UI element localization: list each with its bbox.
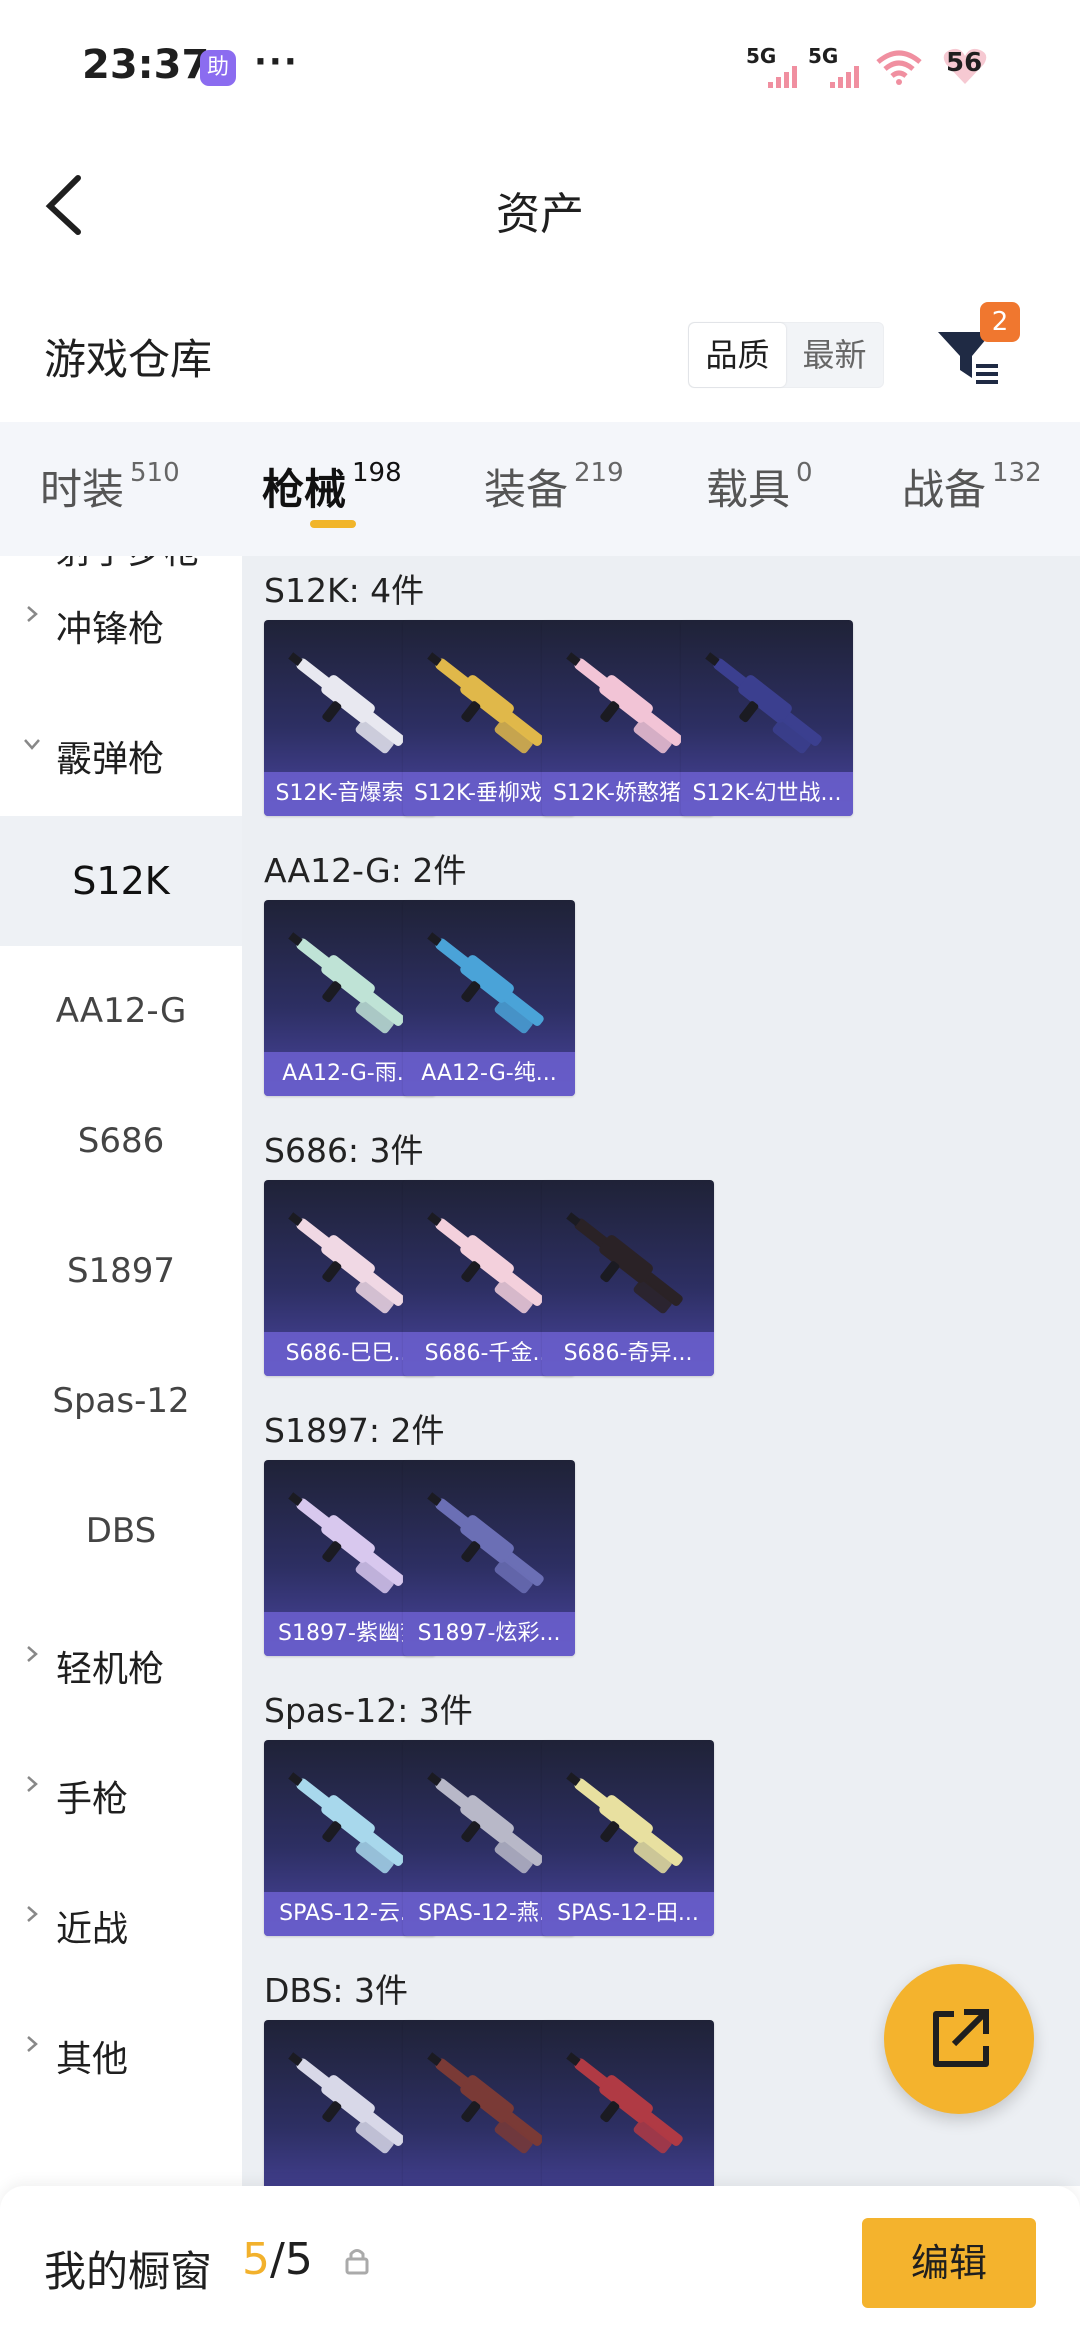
- showcase-title: 我的橱窗: [44, 2247, 213, 2296]
- skin-card-label: S12K-幻世战...: [681, 772, 853, 816]
- skin-card-label: SPAS-12-田...: [542, 1892, 714, 1936]
- page-title: 资产: [496, 189, 584, 240]
- chevron-right-icon: [27, 1776, 38, 1792]
- group-title: S1897: 2件: [264, 1411, 445, 1450]
- chevron-right-icon: [27, 1646, 38, 1662]
- top-header: 资产: [0, 140, 1080, 270]
- sidebar-item-label: 霰弹枪: [56, 739, 165, 780]
- skin-card[interactable]: [542, 2020, 714, 2186]
- shotgun-skin-icon: [566, 2052, 683, 2154]
- sidebar-item-label: 近战: [56, 1909, 129, 1950]
- group-title: AA12-G: 2件: [264, 851, 467, 890]
- skin-card[interactable]: AA12-G-纯...: [403, 900, 575, 1096]
- lock-icon: [345, 2249, 369, 2275]
- sidebar-item-shotgun[interactable]: 霰弹枪: [0, 686, 242, 816]
- group-title: DBS: 3件: [264, 1971, 409, 2010]
- status-time: 23:37: [82, 42, 210, 88]
- showcase-bar: 我的橱窗 5/5 编辑: [0, 2186, 1080, 2339]
- share-button[interactable]: [884, 1964, 1034, 2114]
- shotgun-skin-icon: [705, 652, 822, 754]
- showcase-count: 5/5: [242, 2234, 313, 2285]
- shotgun-skin-icon: [566, 1772, 683, 1874]
- sidebar-item-smg[interactable]: 冲锋枪: [0, 556, 242, 686]
- sidebar-item-pistol[interactable]: 手枪: [0, 1726, 242, 1856]
- tab-equipment[interactable]: 装备 219: [484, 456, 624, 517]
- sidebar-sub-s12k[interactable]: S12K: [0, 816, 242, 946]
- battery-level: 56: [946, 48, 983, 78]
- weapon-skin-grid: S12K: 4件 S12K-音爆索... S12K-垂柳戏鸭 S12K-娇憨猪猪 S12…: [242, 556, 1080, 2186]
- chevron-right-icon: [27, 1906, 38, 1922]
- status-bar: 23:37 助 ··· 5G 5G 56: [0, 0, 1080, 120]
- skin-card[interactable]: S686-奇异...: [542, 1180, 714, 1376]
- skin-card-label: S1897-炫彩...: [403, 1612, 575, 1656]
- sort-newest-option[interactable]: 最新: [786, 323, 883, 387]
- sidebar-item-melee[interactable]: 近战: [0, 1856, 242, 1986]
- sidebar-item-label: 其他: [56, 2039, 129, 2080]
- signal-5g-icon: 5G: [746, 44, 808, 88]
- tab-firearms[interactable]: 枪械 198: [262, 456, 402, 517]
- tab-tactical[interactable]: 战备 132: [902, 456, 1042, 517]
- sidebar-item-label: 冲锋枪: [56, 609, 165, 650]
- warehouse-title: 游戏仓库: [44, 335, 213, 384]
- group-title: Spas-12: 3件: [264, 1691, 473, 1730]
- skin-card[interactable]: S1897-炫彩...: [403, 1460, 575, 1656]
- group-title: S12K: 4件: [264, 571, 425, 610]
- sidebar-sub-spas12[interactable]: Spas-12: [0, 1336, 242, 1466]
- assistant-badge: 助: [200, 50, 236, 86]
- more-dots: ···: [254, 42, 299, 82]
- signal-5g-icon: 5G: [808, 44, 870, 88]
- sidebar-sub-aa12g[interactable]: AA12-G: [0, 946, 242, 1076]
- tab-fashion[interactable]: 时装 510: [40, 456, 180, 517]
- skin-card-label: AA12-G-纯...: [403, 1052, 575, 1096]
- sidebar-item-label: 手枪: [56, 1779, 129, 1820]
- sidebar-item-label: 轻机枪: [56, 1649, 165, 1690]
- sidebar-sub-dbs[interactable]: DBS: [0, 1466, 242, 1596]
- skin-card[interactable]: SPAS-12-田...: [542, 1740, 714, 1936]
- wifi-icon: [876, 50, 922, 85]
- group-title: S686: 3件: [264, 1131, 424, 1170]
- active-tab-indicator: [310, 520, 356, 528]
- sidebar-item-other[interactable]: 其他: [0, 1986, 242, 2116]
- edit-button[interactable]: 编辑: [862, 2218, 1036, 2308]
- sidebar-sub-s686[interactable]: S686: [0, 1076, 242, 1206]
- chevron-right-icon: [27, 2036, 38, 2052]
- sidebar-sub-s1897[interactable]: S1897: [0, 1206, 242, 1336]
- category-tabs: 时装 510 枪械 198 装备 219 载具 0 战备 132: [0, 422, 1080, 556]
- sort-toggle: 品质 最新: [688, 322, 884, 388]
- shotgun-skin-icon: [427, 932, 544, 1034]
- sort-quality-option[interactable]: 品质: [689, 323, 786, 387]
- filter-count-badge: 2: [980, 302, 1020, 342]
- chevron-down-icon: [24, 739, 40, 750]
- tab-vehicles[interactable]: 载具 0: [706, 456, 813, 517]
- skin-card-label: S686-奇异...: [542, 1332, 714, 1376]
- shotgun-skin-icon: [566, 1212, 683, 1314]
- shotgun-skin-icon: [427, 1492, 544, 1594]
- skin-card[interactable]: S12K-幻世战...: [681, 620, 853, 816]
- share-export-icon: [933, 2009, 989, 2067]
- weapon-type-sidebar: 射手步枪 冲锋枪 霰弹枪 S12K AA12-G S686 S1897 Spas…: [0, 556, 242, 2186]
- chevron-right-icon: [27, 606, 38, 622]
- sidebar-item-lmg[interactable]: 轻机枪: [0, 1596, 242, 1726]
